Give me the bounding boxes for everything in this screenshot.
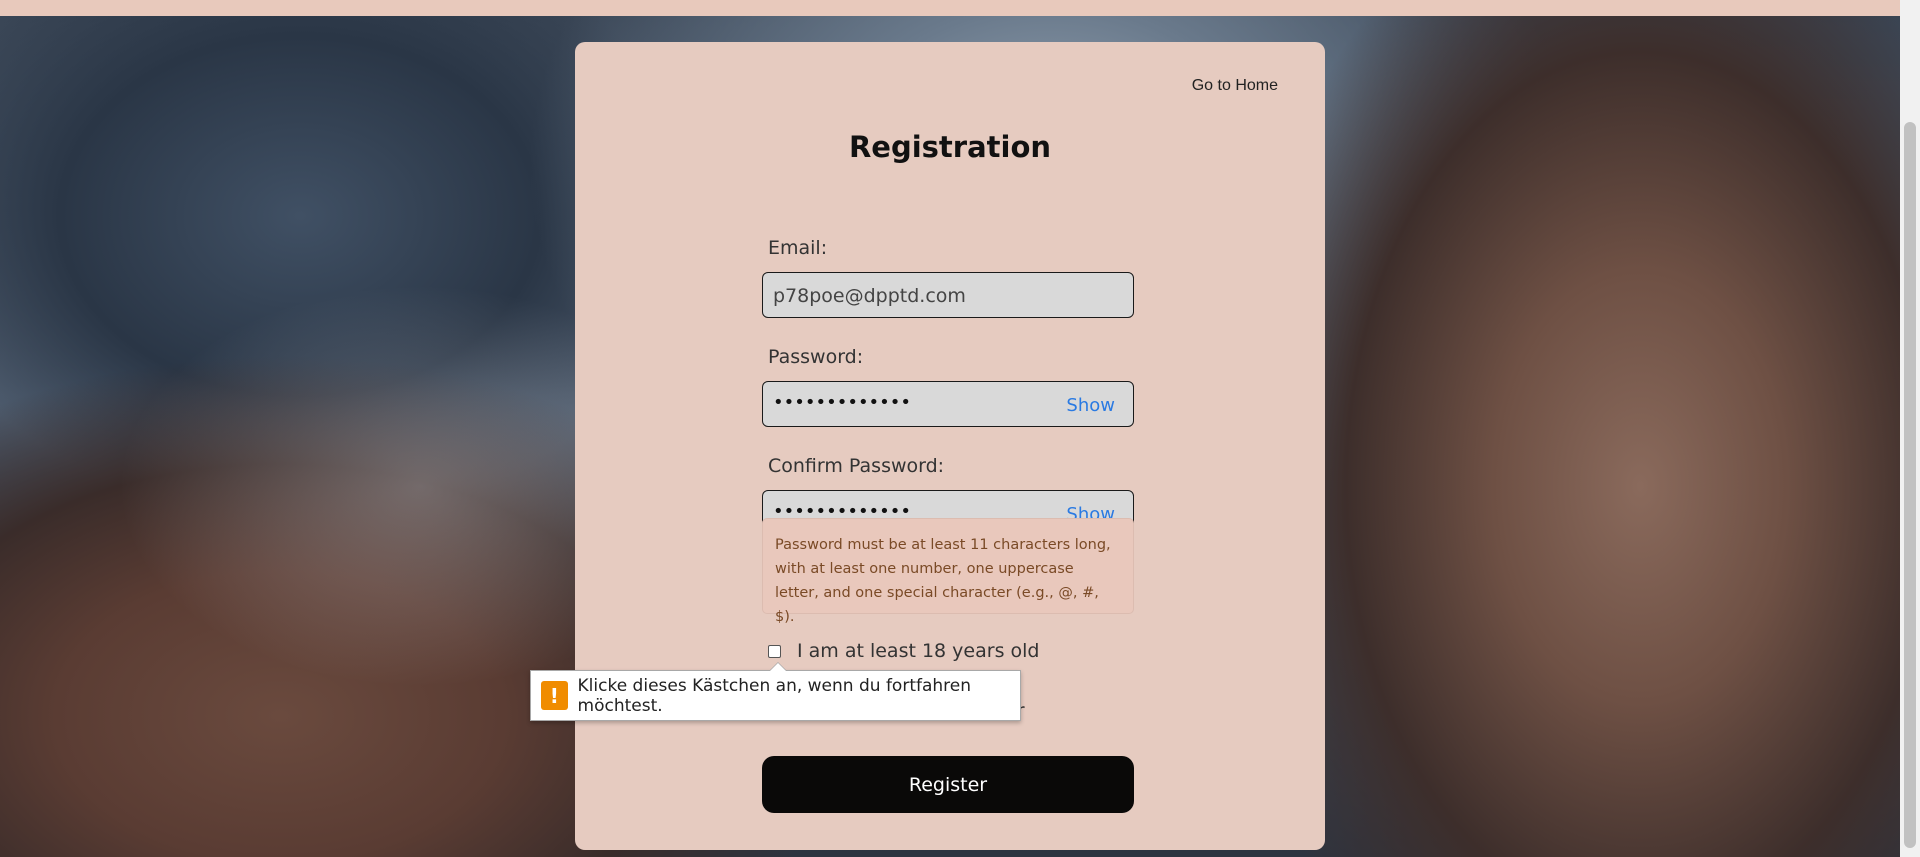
email-value: p78poe@dpptd.com — [773, 285, 966, 307]
validation-tooltip: ! Klicke dieses Kästchen an, wenn du for… — [530, 662, 1021, 721]
register-button[interactable]: Register — [762, 756, 1134, 813]
email-label: Email: — [768, 237, 828, 259]
go-to-home-link[interactable]: Go to Home — [1192, 77, 1278, 95]
password-value: ••••••••••••• — [773, 392, 912, 413]
password-field[interactable]: ••••••••••••• Show — [762, 381, 1134, 427]
age-checkbox-label: I am at least 18 years old — [797, 640, 1040, 662]
scrollbar-thumb[interactable] — [1904, 122, 1916, 848]
registration-card: Go to Home Registration Email: p78poe@dp… — [575, 42, 1325, 850]
age-checkbox[interactable] — [768, 644, 781, 658]
page-scrollbar[interactable] — [1900, 0, 1920, 857]
password-label: Password: — [768, 346, 864, 368]
show-password-toggle[interactable]: Show — [1066, 395, 1115, 416]
validation-message: Klicke dieses Kästchen an, wenn du fortf… — [577, 675, 972, 716]
age-checkbox-row: I am at least 18 years old — [768, 640, 1039, 662]
email-field[interactable]: p78poe@dpptd.com — [762, 272, 1134, 318]
password-requirements-hint: Password must be at least 11 characters … — [762, 518, 1134, 625]
top-strip — [0, 0, 1900, 16]
warning-icon: ! — [541, 681, 568, 710]
page-title: Registration — [848, 130, 1052, 164]
confirm-password-label: Confirm Password: — [768, 455, 945, 477]
